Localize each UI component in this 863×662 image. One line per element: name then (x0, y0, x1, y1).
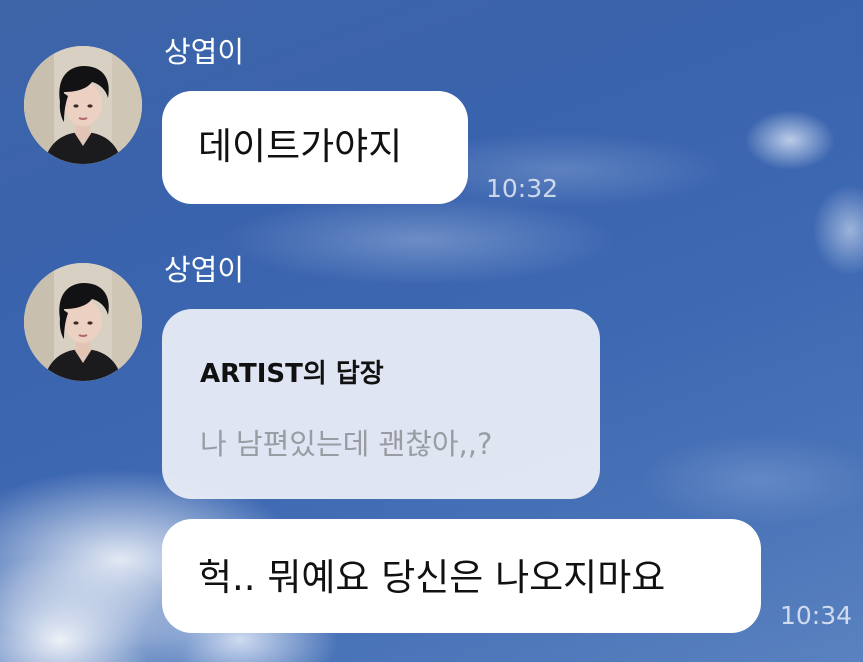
profile-photo-icon (24, 46, 142, 164)
message-text: 데이트가야지 (198, 125, 403, 168)
message-bubble[interactable]: 데이트가야지 (162, 91, 468, 204)
message-timestamp: 10:34 (780, 601, 853, 630)
message-timestamp: 10:32 (486, 174, 559, 203)
sender-avatar[interactable] (24, 46, 142, 164)
sender-name: 상엽이 (164, 35, 245, 69)
sender-avatar[interactable] (24, 263, 142, 381)
reply-quote-bubble[interactable]: ARTIST의 답장 나 남편있는데 괜찮아,,? (162, 309, 600, 499)
reply-title: ARTIST의 답장 (200, 359, 384, 389)
profile-photo-icon (24, 263, 142, 381)
message-bubble[interactable]: 헉.. 뭐예요 당신은 나오지마요 (162, 519, 761, 633)
quoted-message-text: 나 남편있는데 괜찮아,,? (200, 427, 493, 461)
sender-name: 상엽이 (164, 253, 245, 287)
message-text: 헉.. 뭐예요 당신은 나오지마요 (198, 556, 666, 599)
